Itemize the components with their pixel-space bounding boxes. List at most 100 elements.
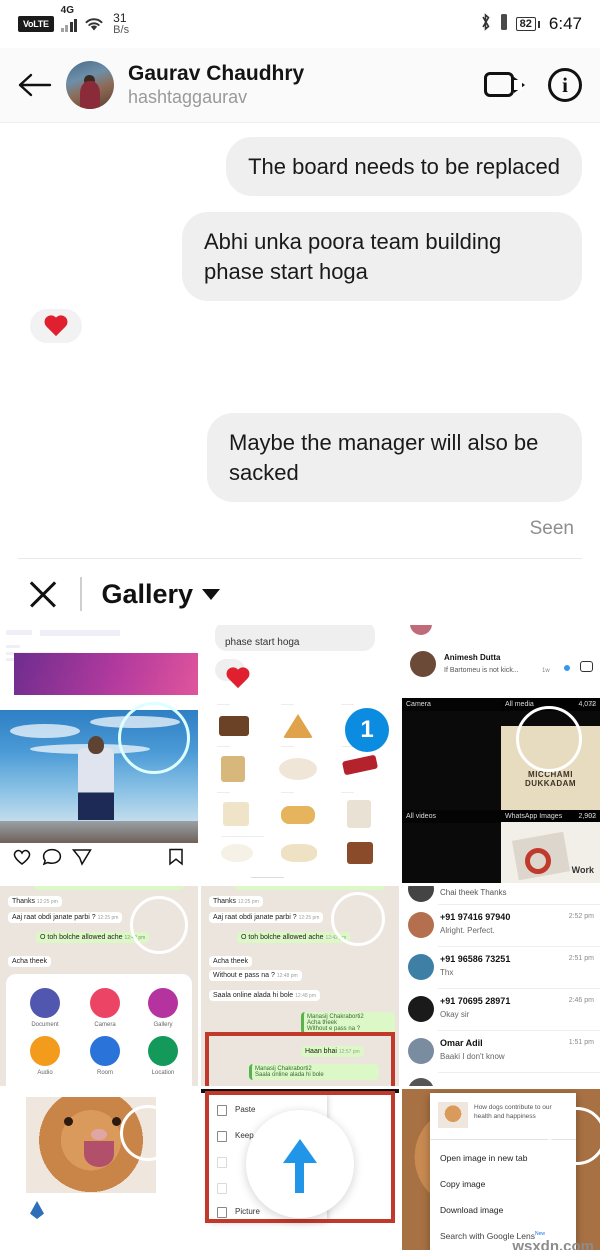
gallery-thumb-ig-post[interactable] <box>0 698 198 883</box>
wa-chat-time: 1:51 pm <box>568 1039 594 1046</box>
wa-time: 12:25 pm <box>36 899 58 905</box>
message-bubble[interactable]: Abhi unka poora team building phase star… <box>182 212 582 302</box>
thumb-time: 1w <box>542 668 550 674</box>
menu-item: Open image in new tab <box>440 1153 528 1163</box>
battery-bar-icon <box>499 12 509 37</box>
wa-time: 12:48 pm <box>276 973 298 979</box>
scroll-up-overlay[interactable] <box>246 1109 354 1218</box>
gallery-thumb-whatsapp-attach[interactable]: Thanks 12:25 pm Aaj raat obdi janate par… <box>0 886 198 1086</box>
watermark: wsxdn.com <box>512 1238 594 1250</box>
thumb-contact-name: Animesh Dutta <box>444 653 501 662</box>
gallery-thumb-food-chart[interactable]: ............. ............. ............… <box>201 698 399 883</box>
message-row: Maybe the manager will also be sacked <box>18 413 582 503</box>
heart-icon <box>43 314 69 338</box>
message-row: Abhi unka poora team building phase star… <box>18 212 582 302</box>
avatar[interactable] <box>66 61 114 109</box>
menu-item: Copy image <box>440 1179 486 1189</box>
wa-msg: O toh bolche allowed ache <box>241 934 324 941</box>
poster-line-2: DUKKADAM <box>524 779 577 788</box>
folder-label: All media <box>505 701 534 708</box>
message-bubble[interactable]: Maybe the manager will also be sacked <box>207 413 582 503</box>
contact-name: Gaurav Chaudhry <box>128 62 305 86</box>
gallery-thumb-dog-photo[interactable] <box>0 1089 198 1250</box>
signal-icon: 4G <box>60 5 78 32</box>
bluetooth-icon <box>479 12 492 37</box>
wa-msg: Acha theek <box>12 958 48 965</box>
chat-title-block[interactable]: Gaurav Chaudhry hashtaggaurav <box>128 61 470 109</box>
gallery-source-dropdown[interactable]: Gallery <box>102 579 221 610</box>
wa-chat-name: +91 70695 28971 <box>440 996 511 1006</box>
message-row: The board needs to be replaced <box>18 137 582 197</box>
seen-status: Seen <box>529 518 574 540</box>
folder-label: All videos <box>406 813 436 820</box>
header-actions: i <box>484 68 582 102</box>
attach-label: Gallery <box>153 1022 173 1028</box>
message-bubble[interactable]: The board needs to be replaced <box>226 137 582 197</box>
folder-count: 2,902 <box>578 813 596 820</box>
chat-header: Gaurav Chaudhry hashtaggaurav i <box>0 48 600 123</box>
new-badge: New <box>534 1231 545 1238</box>
battery-tip-icon <box>537 20 540 28</box>
wa-chat-name: +91 97416 97940 <box>440 912 511 922</box>
gallery-header: Gallery <box>0 563 600 625</box>
heart-reaction-badge[interactable] <box>30 309 82 344</box>
network-speed: 31 B/s <box>113 12 129 36</box>
selection-badge[interactable]: 1 <box>345 708 389 752</box>
info-icon[interactable]: i <box>548 68 582 102</box>
volte-icon: VoLTE <box>18 15 54 32</box>
thumb-preview: If Bartomeu is not kick... <box>444 667 519 674</box>
wa-top-preview: Chai theek Thanks <box>440 888 507 897</box>
wa-chat-time: 2:46 pm <box>568 997 594 1004</box>
attach-label: Document <box>31 1022 59 1028</box>
wa-msg: Aaj raat obdi janate parbi ? <box>213 914 297 921</box>
video-call-icon[interactable] <box>484 70 526 100</box>
wa-chat-msg: Baaki I don't know <box>440 1052 505 1061</box>
message-list: The board needs to be replaced Abhi unka… <box>0 123 600 560</box>
clock-label: 6:47 <box>548 14 582 33</box>
gallery-title: Gallery <box>101 578 194 609</box>
status-bar-right: 82 6:47 <box>479 12 582 37</box>
gallery-thumb-folder-list[interactable]: Camera 38 All media 4,072 MICCHAMI DUKKA… <box>402 698 600 883</box>
wa-chat-msg: Thx <box>440 968 454 977</box>
attach-label: Location <box>151 1070 175 1076</box>
gallery-thumb-whatsapp-list[interactable]: Chai theek Thanks +91 97416 97940 Alrigh… <box>402 886 600 1086</box>
wa-chat-name: +91 96586 73251 <box>440 954 511 964</box>
wa-chat-time: 2:51 pm <box>568 955 594 962</box>
contact-username: hashtaggaurav <box>128 86 248 107</box>
attach-label: Camera <box>94 1022 116 1028</box>
folder-label: Camera <box>406 701 431 708</box>
gallery-thumb-whatsapp-quote[interactable]: Thanks 12:25 pm Aaj raat obdi janate par… <box>201 886 399 1086</box>
wa-msg: Without e pass na ? <box>213 972 275 979</box>
back-arrow-icon[interactable] <box>18 72 52 98</box>
wa-msg: O toh bolche allowed ache <box>40 934 123 941</box>
gallery-thumb-chrome-menu[interactable]: How dogs contribute to our health and ha… <box>402 1089 600 1250</box>
attach-label: Room <box>96 1070 113 1076</box>
gallery-thumb-app-screen[interactable] <box>0 625 198 695</box>
wa-msg: Acha theek <box>213 958 249 965</box>
battery-percent: 82 <box>515 17 536 31</box>
header-divider <box>80 577 82 611</box>
wa-msg: Thanks <box>12 898 35 905</box>
gallery-thumb-ig-dm-list[interactable]: Animesh Dutta If Bartomeu is not kick...… <box>402 625 600 695</box>
folder-label: WhatsApp Images <box>505 813 563 820</box>
gallery-thumb-context-menu[interactable]: Paste Keep S Picture <box>201 1089 399 1250</box>
network-type-label: 4G <box>60 4 75 16</box>
close-icon[interactable] <box>26 577 60 611</box>
chevron-down-icon <box>202 588 221 600</box>
gallery-grid: phase start hoga Animesh Dutta If Bartom… <box>0 625 600 1250</box>
up-arrow-icon <box>283 1135 317 1193</box>
signal-bars-icon <box>60 18 78 32</box>
wa-chat-msg: Alright. Perfect. <box>440 926 495 935</box>
wa-chat-msg: Okay sir <box>440 1010 470 1019</box>
status-bar-left: VoLTE 4G 31 B/s <box>18 5 129 36</box>
wifi-icon <box>84 16 104 32</box>
gallery-thumb-ig-chat[interactable]: phase start hoga <box>201 625 399 695</box>
wa-msg: Saala online alada hi bole <box>213 992 294 999</box>
gallery-picker-sheet: Gallery phase start hoga Animesh Dutta I… <box>0 563 600 1250</box>
wa-time: 12:25 pm <box>237 899 259 905</box>
attach-label: Audio <box>37 1070 53 1076</box>
speed-unit: B/s <box>113 23 130 36</box>
wa-time: 12:25 pm <box>298 915 320 921</box>
thumb-text: phase start hoga <box>225 637 300 648</box>
wa-chat-name: Omar Adil <box>440 1038 483 1048</box>
